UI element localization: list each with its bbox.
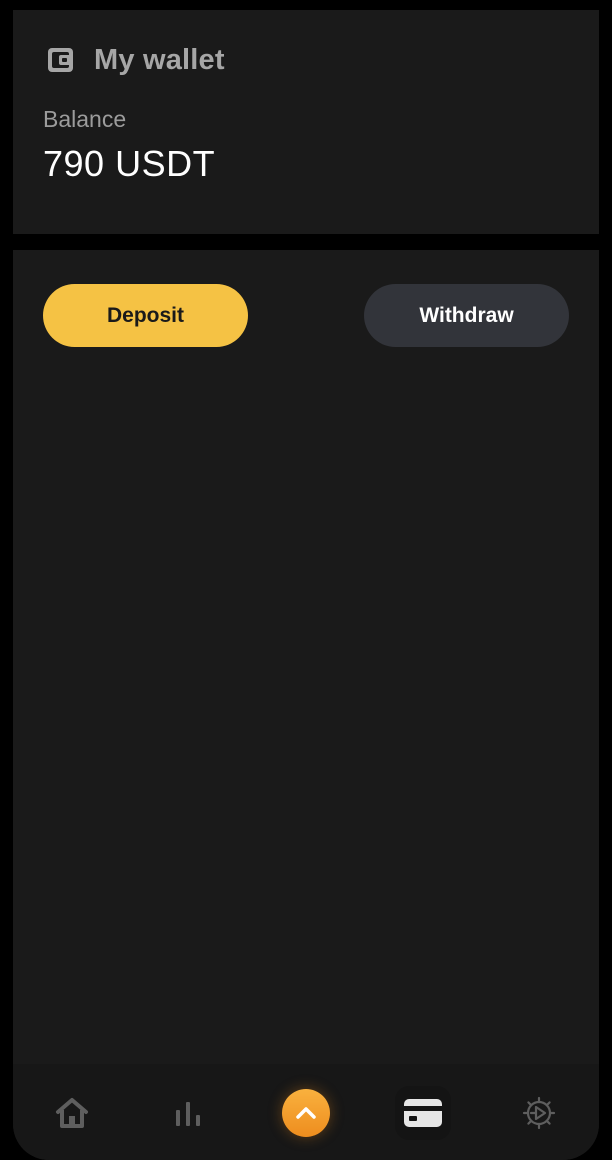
wallet-header: My wallet — [46, 40, 225, 80]
wallet-icon — [48, 48, 73, 72]
home-icon — [56, 1098, 88, 1128]
active-tab-indicator — [395, 1086, 451, 1140]
balance-label: Balance — [43, 106, 127, 132]
nav-item-wallet[interactable] — [393, 1086, 453, 1140]
center-action-button[interactable] — [282, 1089, 330, 1137]
nav-item-stats[interactable] — [158, 1086, 218, 1140]
chevron-up-icon — [296, 1107, 316, 1119]
nav-item-center[interactable] — [276, 1086, 336, 1140]
bottom-nav — [13, 1064, 599, 1160]
actions-panel: Deposit Withdraw — [13, 250, 599, 1160]
balance-value: 790 USDT — [43, 143, 216, 184]
bar-chart-icon — [176, 1102, 200, 1126]
withdraw-button[interactable]: Withdraw — [364, 284, 569, 347]
page-title: My wallet — [94, 43, 225, 76]
nav-item-settings[interactable] — [509, 1086, 569, 1140]
card-icon — [404, 1099, 442, 1127]
wallet-card: My wallet Balance 790 USDT — [13, 10, 599, 234]
deposit-button[interactable]: Deposit — [43, 284, 248, 347]
settings-icon — [522, 1096, 556, 1130]
nav-item-home[interactable] — [42, 1086, 102, 1140]
